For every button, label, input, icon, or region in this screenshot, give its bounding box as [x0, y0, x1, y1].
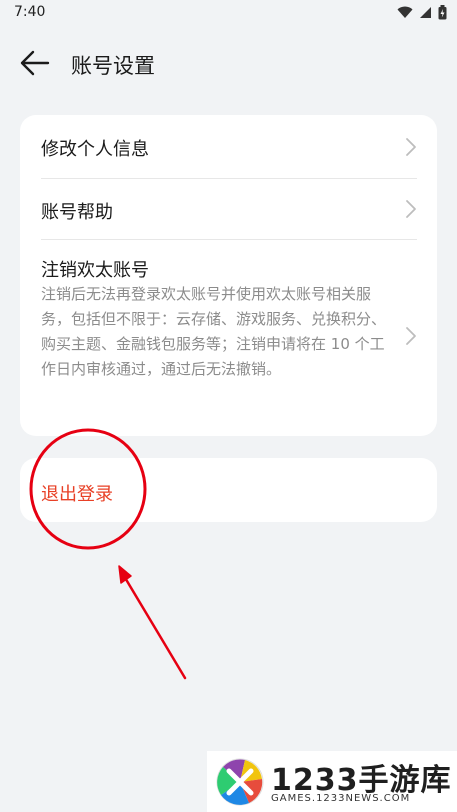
settings-item-label: 账号帮助: [41, 202, 113, 223]
watermark: 1233手游库 GAMES.1233NEWS.COM: [207, 751, 457, 812]
status-icons: [397, 5, 447, 20]
logout-button[interactable]: 退出登录: [41, 480, 113, 506]
signal-icon: [420, 7, 431, 18]
chevron-right-icon: [406, 327, 416, 345]
annotation-arrow-head: [118, 565, 132, 584]
status-time: 7:40: [14, 4, 46, 20]
back-arrow-icon: [20, 50, 50, 76]
watermark-url: GAMES.1233NEWS.COM: [271, 793, 411, 804]
logout-card[interactable]: 退出登录: [20, 458, 437, 522]
settings-item-delete-account[interactable]: 注销欢太账号 注销后无法再登录欢太账号并使用欢太账号相关服务，包括但不限于：云存…: [20, 240, 437, 436]
status-bar: 7:40: [0, 0, 457, 26]
wifi-icon: [397, 6, 413, 18]
app-header: 账号设置: [0, 40, 457, 86]
settings-item-edit-profile[interactable]: 修改个人信息: [20, 115, 437, 178]
annotation-arrow-line: [122, 574, 187, 680]
settings-item-label: 修改个人信息: [41, 139, 149, 160]
chevron-right-icon: [406, 200, 416, 218]
battery-icon: [438, 5, 447, 20]
chevron-right-icon: [406, 138, 416, 156]
settings-item-label: 注销欢太账号: [41, 260, 149, 281]
page-title: 账号设置: [71, 54, 155, 78]
back-button[interactable]: [18, 48, 52, 78]
settings-item-account-help[interactable]: 账号帮助: [20, 179, 437, 239]
delete-account-description: 注销后无法再登录欢太账号并使用欢太账号相关服务，包括但不限于：云存储、游戏服务、…: [41, 285, 387, 378]
brand-logo-icon: [216, 758, 264, 806]
settings-card: 修改个人信息 账号帮助 注销欢太账号 注销后无法再登录欢太账号并使用欢太账号相关…: [20, 115, 437, 436]
